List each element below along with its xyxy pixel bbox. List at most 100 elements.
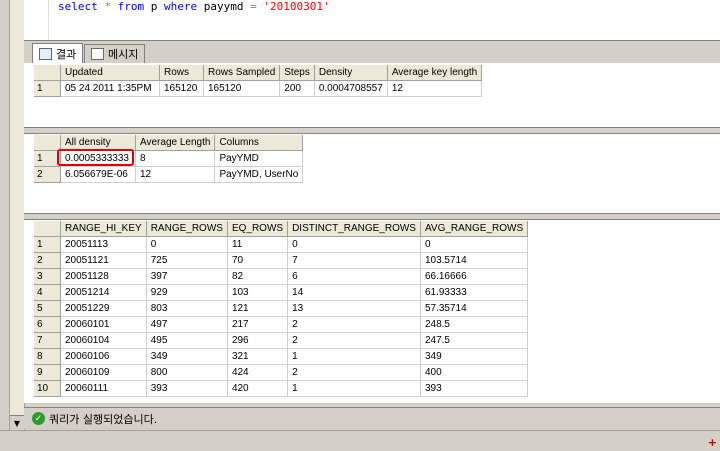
cell[interactable]: 165120: [203, 80, 281, 97]
cell[interactable]: 20051113: [60, 236, 147, 253]
table-row[interactable]: 1 0.0005333333 8 PayYMD: [34, 150, 304, 167]
cell[interactable]: 803: [146, 300, 228, 317]
row-number[interactable]: 5: [34, 300, 61, 317]
column-header[interactable]: Average Length: [135, 135, 216, 151]
cell[interactable]: 103: [227, 284, 289, 301]
row-number[interactable]: 8: [34, 348, 61, 365]
cell[interactable]: PayYMD: [214, 150, 304, 167]
cell[interactable]: 349: [146, 348, 228, 365]
cell[interactable]: 11: [227, 236, 289, 253]
cell[interactable]: 61.93333: [420, 284, 529, 301]
column-header[interactable]: RANGE_ROWS: [146, 221, 228, 237]
cell[interactable]: 20051214: [60, 284, 147, 301]
table-row[interactable]: 3 20051128 397 82 6 66.16666: [34, 268, 529, 285]
column-header[interactable]: Rows Sampled: [203, 65, 281, 81]
vertical-scrollbar[interactable]: ▼: [9, 0, 25, 430]
row-number[interactable]: 1: [34, 150, 61, 167]
table-row[interactable]: 10 20060111 393 420 1 393: [34, 380, 529, 397]
cell[interactable]: 2: [287, 364, 421, 381]
query-text[interactable]: select * from p where payymd = '20100301…: [58, 0, 330, 13]
cell[interactable]: 05 24 2011 1:35PM: [60, 80, 160, 97]
row-number[interactable]: 7: [34, 332, 61, 349]
table-row[interactable]: 1 05 24 2011 1:35PM 165120 165120 200 0.…: [34, 80, 483, 97]
row-number[interactable]: 1: [34, 236, 61, 253]
cell[interactable]: 393: [146, 380, 228, 397]
cell[interactable]: 0.0005333333: [60, 150, 136, 167]
cell[interactable]: 420: [227, 380, 289, 397]
cell[interactable]: 12: [135, 166, 216, 183]
cell[interactable]: PayYMD, UserNo: [214, 166, 304, 183]
cell[interactable]: 200: [279, 80, 315, 97]
cell[interactable]: 20051229: [60, 300, 147, 317]
pane-splitter[interactable]: [24, 213, 720, 220]
column-header[interactable]: EQ_ROWS: [227, 221, 289, 237]
grid-corner[interactable]: [34, 65, 61, 81]
cell[interactable]: 12: [387, 80, 483, 97]
cell[interactable]: 121: [227, 300, 289, 317]
table-row[interactable]: 1 20051113 0 11 0 0: [34, 236, 529, 253]
cell[interactable]: 82: [227, 268, 289, 285]
cell[interactable]: 6.056679E-06: [60, 166, 136, 183]
cell[interactable]: 1: [287, 380, 421, 397]
grid-corner[interactable]: [34, 135, 61, 151]
table-row[interactable]: 4 20051214 929 103 14 61.93333: [34, 284, 529, 301]
row-number[interactable]: 6: [34, 316, 61, 333]
row-number[interactable]: 3: [34, 268, 61, 285]
cell[interactable]: 20060111: [60, 380, 147, 397]
cell[interactable]: 66.16666: [420, 268, 529, 285]
cell[interactable]: 103.5714: [420, 252, 529, 269]
cell[interactable]: 400: [420, 364, 529, 381]
cell[interactable]: 14: [287, 284, 421, 301]
cell[interactable]: 7: [287, 252, 421, 269]
cell[interactable]: 0: [287, 236, 421, 253]
row-number[interactable]: 2: [34, 252, 61, 269]
row-number[interactable]: 1: [34, 80, 61, 97]
cell[interactable]: 248.5: [420, 316, 529, 333]
cell[interactable]: 424: [227, 364, 289, 381]
cell[interactable]: 393: [420, 380, 529, 397]
column-header[interactable]: Updated: [60, 65, 160, 81]
cell[interactable]: 929: [146, 284, 228, 301]
column-header[interactable]: Density: [314, 65, 388, 81]
table-row[interactable]: 8 20060106 349 321 1 349: [34, 348, 529, 365]
cell[interactable]: 497: [146, 316, 228, 333]
cell[interactable]: 6: [287, 268, 421, 285]
cell[interactable]: 20060101: [60, 316, 147, 333]
column-header[interactable]: DISTINCT_RANGE_ROWS: [287, 221, 421, 237]
table-row[interactable]: 7 20060104 495 296 2 247.5: [34, 332, 529, 349]
cell[interactable]: 57.35714: [420, 300, 529, 317]
cell[interactable]: 725: [146, 252, 228, 269]
column-header[interactable]: RANGE_HI_KEY: [60, 221, 147, 237]
row-number[interactable]: 9: [34, 364, 61, 381]
cell[interactable]: 2: [287, 332, 421, 349]
cell[interactable]: 495: [146, 332, 228, 349]
table-row[interactable]: 9 20060109 800 424 2 400: [34, 364, 529, 381]
row-number[interactable]: 4: [34, 284, 61, 301]
scroll-down-arrow-icon[interactable]: ▼: [10, 415, 24, 430]
cell[interactable]: 20060104: [60, 332, 147, 349]
cell[interactable]: 296: [227, 332, 289, 349]
table-row[interactable]: 6 20060101 497 217 2 248.5: [34, 316, 529, 333]
column-header[interactable]: Average key length: [387, 65, 483, 81]
cell[interactable]: 0: [420, 236, 529, 253]
cell[interactable]: 800: [146, 364, 228, 381]
column-header[interactable]: Steps: [279, 65, 315, 81]
column-header[interactable]: AVG_RANGE_ROWS: [420, 221, 529, 237]
cell[interactable]: 20051121: [60, 252, 147, 269]
cell[interactable]: 397: [146, 268, 228, 285]
cell[interactable]: 0.0004708557: [314, 80, 388, 97]
column-header[interactable]: All density: [60, 135, 136, 151]
cell[interactable]: 20060106: [60, 348, 147, 365]
table-row[interactable]: 2 20051121 725 70 7 103.5714: [34, 252, 529, 269]
column-header[interactable]: Rows: [159, 65, 204, 81]
query-editor[interactable]: select * from p where payymd = '20100301…: [24, 0, 720, 41]
cell[interactable]: 349: [420, 348, 529, 365]
grid-corner[interactable]: [34, 221, 61, 237]
row-number[interactable]: 2: [34, 166, 61, 183]
cell[interactable]: 1: [287, 348, 421, 365]
table-row[interactable]: 5 20051229 803 121 13 57.35714: [34, 300, 529, 317]
tab-results[interactable]: 결과: [32, 43, 84, 64]
cell[interactable]: 321: [227, 348, 289, 365]
cell[interactable]: 165120: [159, 80, 204, 97]
cell[interactable]: 0: [146, 236, 228, 253]
